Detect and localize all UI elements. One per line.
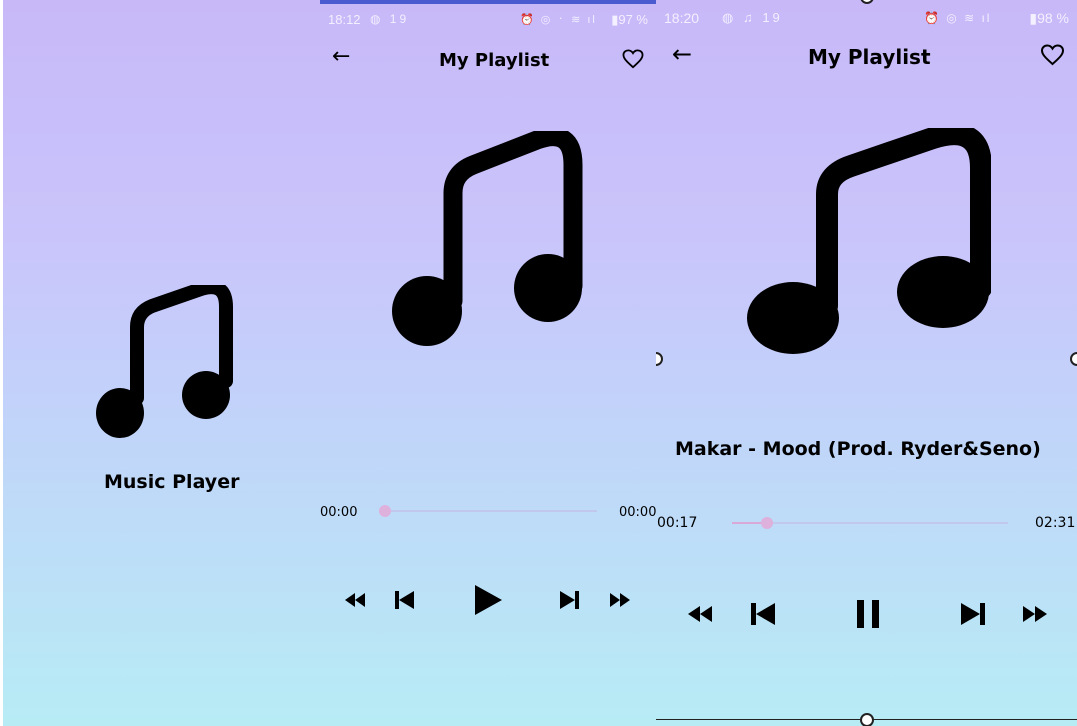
resize-handle-bottom[interactable] [860,713,874,726]
seek-bar[interactable] [379,503,597,519]
total-time: 00:00 [619,505,656,520]
skip-next-icon[interactable] [960,601,987,627]
skip-next-icon[interactable] [559,589,581,611]
pause-icon[interactable] [855,599,881,629]
status-left-icons: ◍ ♫ 19 [722,10,783,25]
player-screen-idle: 18:12 ◍ 19 ⏰ ◎ ᛫ ≋ ıl ▮97 % ← My Playlis… [320,0,656,726]
status-bar: 18:12 ◍ 19 ⏰ ◎ ᛫ ≋ ıl ▮97 % [320,8,656,32]
music-note-icon [392,131,583,346]
total-time: 02:31 [1035,515,1076,531]
back-arrow-icon[interactable]: ← [672,42,692,66]
splash-screen: Music Player [3,0,320,726]
heart-outline-icon[interactable] [622,49,644,69]
status-time: 18:12 [328,12,361,27]
current-time: 00:17 [657,515,698,531]
fast-rewind-icon[interactable] [687,605,713,623]
status-right-icons: ⏰ ◎ ≋ ıl [924,11,992,25]
skip-previous-icon[interactable] [393,589,415,611]
fast-forward-icon[interactable] [609,592,631,608]
status-right-icons: ⏰ ◎ ᛫ ≋ ıl [520,14,597,26]
status-bar-accent-line [320,0,656,4]
seek-bar[interactable] [732,514,1008,532]
battery-indicator: ▮98 % [1029,10,1069,26]
resize-handle-top[interactable] [860,0,874,4]
fast-forward-icon[interactable] [1022,605,1048,623]
status-time: 18:20 [664,10,700,26]
current-time: 00:00 [320,505,358,520]
battery-indicator: ▮97 % [611,12,648,27]
resize-handle-left[interactable] [656,352,663,366]
seek-track [379,510,597,512]
page-title: My Playlist [808,45,931,69]
play-icon[interactable] [473,584,503,616]
seek-thumb[interactable] [379,505,391,517]
status-left-icons: ◍ 19 [370,12,410,26]
heart-outline-icon[interactable] [1040,44,1065,66]
fast-rewind-icon[interactable] [344,592,366,608]
page-title: My Playlist [439,50,550,71]
resize-handle-right[interactable] [1070,352,1077,366]
song-title: Makar - Mood (Prod. Ryder&Seno) [675,438,1041,460]
app-title: Music Player [104,471,240,493]
back-arrow-icon[interactable]: ← [332,46,350,68]
player-screen-playing: 18:20 ◍ ♫ 19 ⏰ ◎ ≋ ıl ▮98 % ← My Playlis… [656,0,1077,726]
status-bar: 18:20 ◍ ♫ 19 ⏰ ◎ ≋ ıl ▮98 % [656,6,1077,30]
music-note-icon [747,128,991,354]
seek-track [732,522,1008,524]
skip-previous-icon[interactable] [749,601,776,627]
music-note-icon [96,285,233,438]
seek-thumb[interactable] [761,517,774,529]
